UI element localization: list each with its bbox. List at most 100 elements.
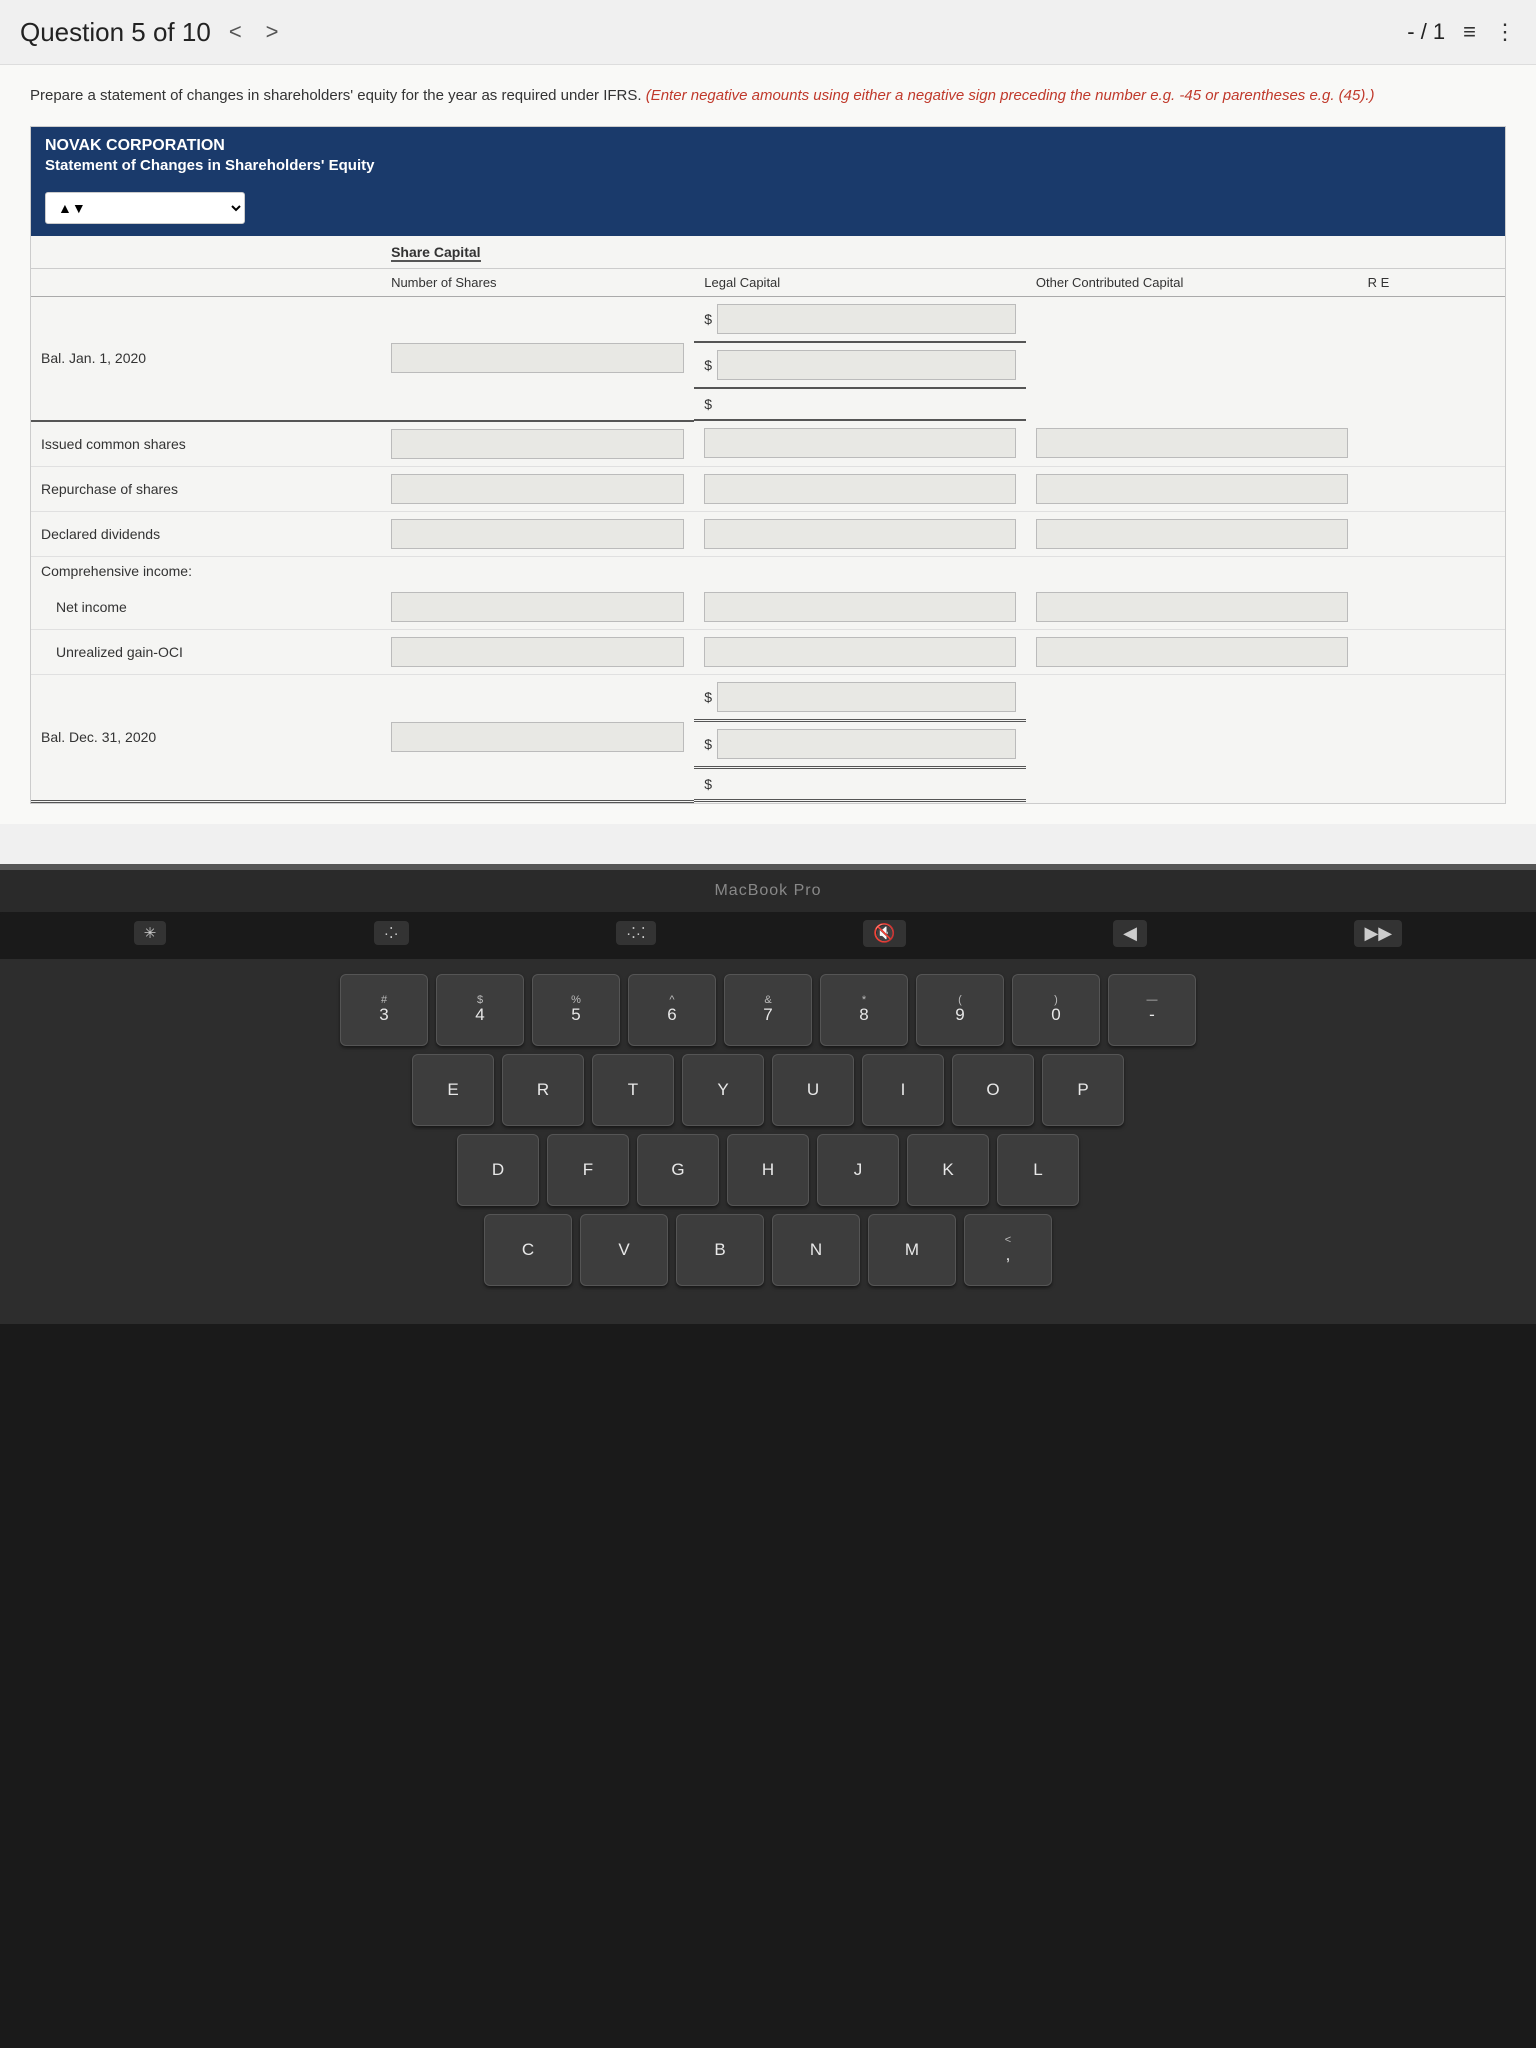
menu-icon[interactable]: ≡	[1463, 19, 1476, 45]
key-5-main: 5	[571, 1006, 580, 1025]
key-t-main: T	[628, 1081, 638, 1100]
key-m[interactable]: M	[868, 1214, 956, 1286]
key-c[interactable]: C	[484, 1214, 572, 1286]
key-j[interactable]: J	[817, 1134, 899, 1206]
legal-col-header-empty	[694, 236, 1026, 269]
bal-jan-re-cell: $	[694, 389, 1026, 421]
touch-bar: ✳︎ ·⁚· ·⁚·⁚ 🔇 ◀ ▶▶	[0, 912, 1536, 954]
key-g[interactable]: G	[637, 1134, 719, 1206]
dividends-shares-cell	[381, 511, 694, 556]
bal-jan-other-input[interactable]	[717, 350, 1016, 380]
key-f-main: F	[583, 1161, 593, 1180]
key-v-main: V	[618, 1241, 629, 1260]
keyboard-row-1: # 3 $ 4 % 5 ^ 6 & 7 * 8 ( 9 ) 0	[20, 974, 1516, 1046]
key-n-main: N	[810, 1241, 822, 1260]
repurchase-other-input[interactable]	[1036, 474, 1348, 504]
key-8-main: 8	[859, 1006, 868, 1025]
tb-volume-up[interactable]: ▶▶	[1354, 920, 1402, 947]
dividends-legal-input[interactable]	[704, 519, 1016, 549]
bal-dec-other-input[interactable]	[717, 729, 1016, 759]
key-comma[interactable]: < ,	[964, 1214, 1052, 1286]
top-bar-right: - / 1 ≡ ⋮	[1407, 19, 1516, 45]
key-6[interactable]: ^ 6	[628, 974, 716, 1046]
issued-other-input[interactable]	[1036, 428, 1348, 458]
key-g-main: G	[671, 1161, 684, 1180]
repurchase-legal-input[interactable]	[704, 474, 1016, 504]
other-col-label: Other Contributed Capital	[1036, 275, 1183, 290]
key-d[interactable]: D	[457, 1134, 539, 1206]
tb-volume-icon[interactable]: 🔇	[863, 920, 905, 947]
next-arrow[interactable]: >	[260, 17, 285, 47]
key-h[interactable]: H	[727, 1134, 809, 1206]
period-selector[interactable]: ▲▼	[45, 192, 245, 224]
col-header-row: Share Capital	[31, 236, 1505, 269]
oci-other-input[interactable]	[1036, 637, 1348, 667]
key-u[interactable]: U	[772, 1054, 854, 1126]
keyboard-row-4: C V B N M < ,	[20, 1214, 1516, 1286]
repurchase-shares-input[interactable]	[391, 474, 684, 504]
tb-brightness-up[interactable]: ·⁚·	[374, 921, 409, 945]
legal-sub-header: Legal Capital	[694, 268, 1026, 296]
key-p-main: P	[1077, 1081, 1088, 1100]
key-0[interactable]: ) 0	[1012, 974, 1100, 1046]
sub-header-row: Number of Shares Legal Capital Other Con…	[31, 268, 1505, 296]
bal-dec-legal-dollar: $	[704, 689, 714, 705]
key-4-main: 4	[475, 1006, 484, 1025]
key-o[interactable]: O	[952, 1054, 1034, 1126]
bal-jan-legal-input[interactable]	[717, 304, 1016, 334]
key-f[interactable]: F	[547, 1134, 629, 1206]
tb-brightness-down[interactable]: ✳︎	[134, 921, 167, 945]
net-income-shares-cell	[381, 585, 694, 630]
issued-legal-cell	[694, 421, 1026, 467]
key-3[interactable]: # 3	[340, 974, 428, 1046]
key-4[interactable]: $ 4	[436, 974, 524, 1046]
net-income-legal-input[interactable]	[704, 592, 1016, 622]
bal-dec-shares-cell	[381, 674, 694, 802]
macbook-label: MacBook Pro	[0, 870, 1536, 912]
key-i[interactable]: I	[862, 1054, 944, 1126]
key-j-main: J	[854, 1161, 863, 1180]
shares-sub-header: Number of Shares	[381, 268, 694, 296]
bal-jan-shares-input[interactable]	[391, 343, 684, 373]
dividends-shares-input[interactable]	[391, 519, 684, 549]
key-8[interactable]: * 8	[820, 974, 908, 1046]
bal-dec-shares-input[interactable]	[391, 722, 684, 752]
net-income-other-input[interactable]	[1036, 592, 1348, 622]
key-y[interactable]: Y	[682, 1054, 764, 1126]
dots-icon[interactable]: ⋮	[1494, 19, 1516, 45]
key-e-main: E	[447, 1081, 458, 1100]
prev-arrow[interactable]: <	[223, 17, 248, 47]
bal-dec-legal-input[interactable]	[717, 682, 1016, 712]
issued-legal-input[interactable]	[704, 428, 1016, 458]
bal-dec-other-dollar: $	[704, 736, 714, 752]
oci-legal-input[interactable]	[704, 637, 1016, 667]
key-7[interactable]: & 7	[724, 974, 812, 1046]
content-area: Prepare a statement of changes in shareh…	[0, 65, 1536, 824]
instructions-italic: (Enter negative amounts using either a n…	[646, 87, 1375, 104]
key-v[interactable]: V	[580, 1214, 668, 1286]
key-r[interactable]: R	[502, 1054, 584, 1126]
dividends-other-input[interactable]	[1036, 519, 1348, 549]
instructions-main: Prepare a statement of changes in shareh…	[30, 87, 642, 104]
key-dash[interactable]: — -	[1108, 974, 1196, 1046]
key-e[interactable]: E	[412, 1054, 494, 1126]
table-row: Unrealized gain-OCI	[31, 629, 1505, 674]
key-5[interactable]: % 5	[532, 974, 620, 1046]
key-p[interactable]: P	[1042, 1054, 1124, 1126]
issued-shares-input[interactable]	[391, 429, 684, 459]
bal-jan-legal-dollar: $	[704, 311, 714, 327]
key-n[interactable]: N	[772, 1214, 860, 1286]
key-t[interactable]: T	[592, 1054, 674, 1126]
net-income-shares-input[interactable]	[391, 592, 684, 622]
keyboard-row-3: D F G H J K L	[20, 1134, 1516, 1206]
tb-mute[interactable]: ·⁚·⁚	[616, 921, 656, 945]
key-k[interactable]: K	[907, 1134, 989, 1206]
key-b[interactable]: B	[676, 1214, 764, 1286]
oci-shares-input[interactable]	[391, 637, 684, 667]
key-l[interactable]: L	[997, 1134, 1079, 1206]
table-row: Issued common shares	[31, 421, 1505, 467]
bal-dec-other-cell: $	[694, 722, 1026, 769]
score-display: - / 1	[1407, 19, 1445, 45]
tb-volume-down[interactable]: ◀	[1113, 920, 1147, 947]
key-9[interactable]: ( 9	[916, 974, 1004, 1046]
